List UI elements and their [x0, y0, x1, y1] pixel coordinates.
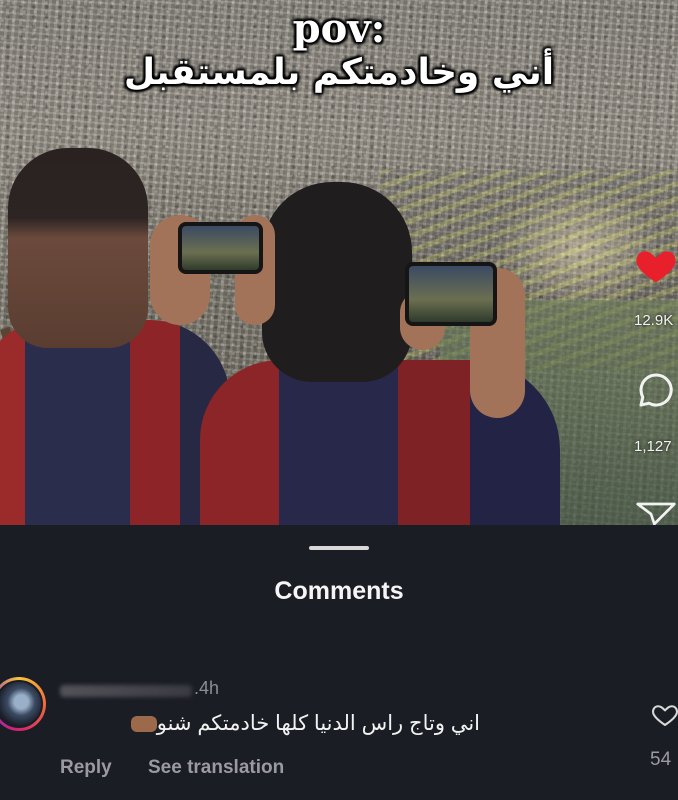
comment-likes-count: 54: [650, 749, 672, 770]
comment-body: اني وتاج راس الدنيا كلها خادمتكم شنو: [60, 711, 480, 736]
comment-bubble-icon[interactable]: [636, 370, 676, 410]
comment-like-heart-icon[interactable]: [650, 701, 678, 729]
hand-emoji-icon: [130, 716, 157, 733]
like-heart-icon[interactable]: [634, 244, 678, 288]
man-head: [8, 148, 148, 348]
woman-headscarf: [262, 182, 412, 382]
comments-sheet: Comments .4h اني وتاج راس الدنيا كلها خا…: [0, 525, 678, 800]
phone-screen-woman: [405, 262, 497, 326]
username-blurred[interactable]: [60, 685, 192, 697]
avatar[interactable]: [0, 677, 46, 731]
avatar-image: [0, 680, 43, 728]
likes-count: 12.9K: [634, 312, 674, 329]
man-jersey: [0, 320, 230, 525]
overlay-caption: أني وخادمتكم بلمستقبل: [123, 52, 555, 93]
overlay-title: pov:: [292, 5, 386, 52]
video-player[interactable]: pov: أني وخادمتكم بلمستقبل: [0, 0, 678, 525]
reply-button[interactable]: Reply: [60, 757, 112, 779]
see-translation-button[interactable]: See translation: [148, 757, 284, 779]
comment-header: .4h: [60, 676, 219, 700]
comment-text: اني وتاج راس الدنيا كلها خادمتكم شنو: [156, 712, 480, 735]
comments-count: 1,127: [634, 438, 672, 455]
comment-time: .4h: [194, 677, 220, 698]
comments-title: Comments: [274, 577, 404, 605]
phone-screen-man: [178, 222, 263, 274]
sheet-drag-handle[interactable]: [309, 546, 369, 550]
share-paperplane-icon[interactable]: [636, 502, 676, 526]
